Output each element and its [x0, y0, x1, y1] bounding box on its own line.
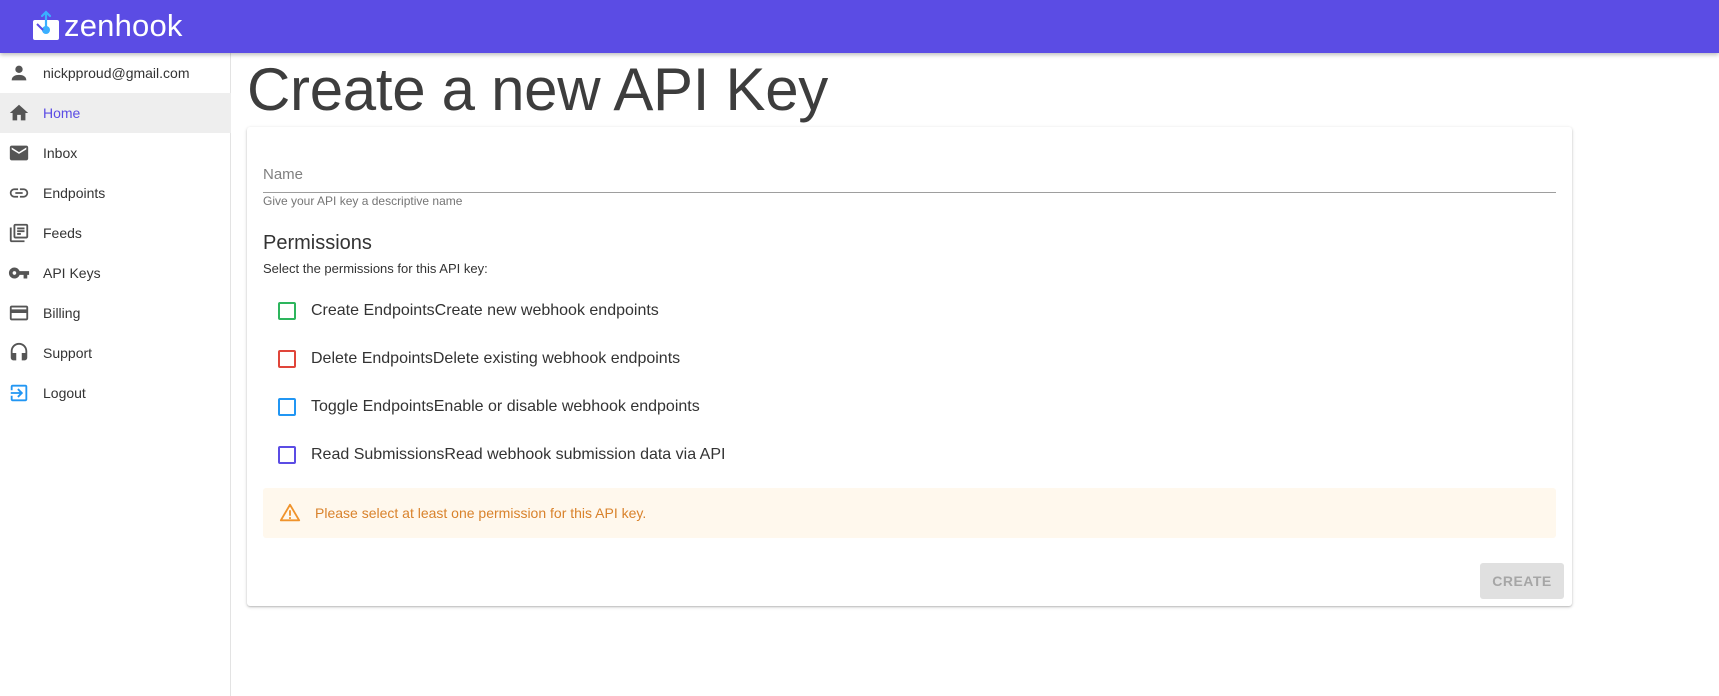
home-icon: [9, 104, 29, 121]
permission-toggle-endpoints[interactable]: Toggle EndpointsEnable or disable webhoo…: [263, 387, 963, 427]
permissions-heading: Permissions: [263, 232, 372, 254]
person-icon: [11, 65, 27, 81]
warning-icon: [279, 503, 301, 522]
sidebar-item-logout[interactable]: Logout: [0, 373, 231, 413]
create-api-key-card: Give your API key a descriptive name Per…: [247, 127, 1572, 606]
sidebar-item-billing[interactable]: Billing: [0, 293, 231, 333]
permission-label: Create EndpointsCreate new webhook endpo…: [311, 302, 659, 319]
checkbox[interactable]: [278, 446, 296, 464]
sidebar-item-label: Inbox: [43, 145, 78, 161]
page-title: Create a new API Key: [247, 56, 828, 123]
user-account[interactable]: nickpproud@gmail.com: [0, 53, 231, 93]
sidebar-item-label: Logout: [43, 385, 86, 401]
app-bar: zenhook: [0, 0, 1719, 53]
sidebar: nickpproud@gmail.com Home Inbox Endpoint…: [0, 53, 231, 696]
checkbox[interactable]: [278, 350, 296, 368]
permission-label: Read SubmissionsRead webhook submission …: [311, 446, 726, 463]
sidebar-item-label: API Keys: [43, 265, 101, 281]
feeds-icon: [9, 223, 29, 243]
sidebar-item-endpoints[interactable]: Endpoints: [0, 173, 231, 213]
name-field: [263, 159, 1556, 193]
name-input[interactable]: [263, 159, 1556, 189]
mail-icon: [9, 145, 29, 161]
brand-name: zenhook: [64, 8, 183, 43]
permission-create-endpoints[interactable]: Create EndpointsCreate new webhook endpo…: [263, 291, 963, 331]
user-email: nickpproud@gmail.com: [43, 65, 190, 81]
warning-alert: Please select at least one permission fo…: [263, 488, 1556, 538]
sidebar-item-home[interactable]: Home: [0, 93, 231, 133]
permission-delete-endpoints[interactable]: Delete EndpointsDelete existing webhook …: [263, 339, 963, 379]
checkbox[interactable]: [278, 398, 296, 416]
name-hint: Give your API key a descriptive name: [263, 194, 463, 208]
permission-label: Delete EndpointsDelete existing webhook …: [311, 350, 681, 367]
create-button[interactable]: CREATE: [1480, 563, 1564, 599]
checkbox[interactable]: [278, 302, 296, 320]
sidebar-item-label: Feeds: [43, 225, 82, 241]
permission-label: Toggle EndpointsEnable or disable webhoo…: [311, 398, 700, 415]
sidebar-item-feeds[interactable]: Feeds: [0, 213, 231, 253]
sidebar-item-label: Support: [43, 345, 93, 361]
alert-text: Please select at least one permission fo…: [315, 505, 647, 521]
permission-read-submissions[interactable]: Read SubmissionsRead webhook submission …: [263, 435, 963, 475]
key-icon: [8, 267, 30, 279]
zenhook-logo-icon: [33, 10, 59, 40]
sidebar-item-inbox[interactable]: Inbox: [0, 133, 231, 173]
credit-card-icon: [9, 305, 29, 321]
headset-icon: [10, 342, 28, 361]
logout-icon: [10, 384, 28, 402]
permissions-description: Select the permissions for this API key:: [263, 261, 488, 276]
sidebar-item-label: Home: [43, 105, 81, 121]
link-icon: [9, 188, 29, 198]
brand[interactable]: zenhook: [32, 4, 183, 48]
sidebar-item-label: Billing: [43, 305, 81, 321]
sidebar-item-label: Endpoints: [43, 185, 106, 201]
sidebar-item-api-keys[interactable]: API Keys: [0, 253, 231, 293]
sidebar-item-support[interactable]: Support: [0, 333, 231, 373]
